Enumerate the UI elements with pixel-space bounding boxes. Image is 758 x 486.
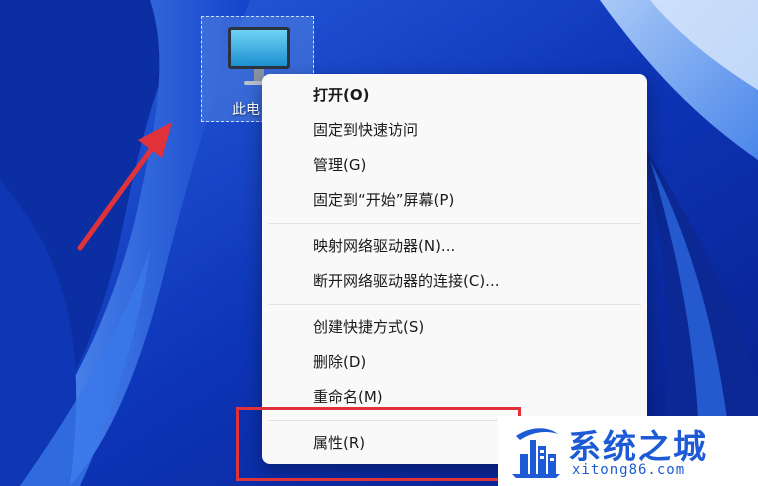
menu-item-pin-start[interactable]: 固定到“开始”屏幕(P) — [262, 183, 647, 218]
menu-group-open: 打开(O) 固定到快速访问 管理(G) 固定到“开始”屏幕(P) — [262, 78, 647, 218]
menu-separator — [268, 304, 641, 305]
menu-item-manage[interactable]: 管理(G) — [262, 148, 647, 183]
menu-group-network: 映射网络驱动器(N)... 断开网络驱动器的连接(C)... — [262, 229, 647, 299]
watermark-title: 系统之城 — [568, 427, 708, 466]
menu-item-disconnect-network-drive[interactable]: 断开网络驱动器的连接(C)... — [262, 264, 647, 299]
properties-highlight-box — [236, 407, 521, 481]
menu-item-pin-quick-access[interactable]: 固定到快速访问 — [262, 113, 647, 148]
menu-item-open[interactable]: 打开(O) — [262, 78, 647, 113]
menu-separator — [268, 223, 641, 224]
menu-group-edit: 创建快捷方式(S) 删除(D) 重命名(M) — [262, 310, 647, 415]
menu-item-map-network-drive[interactable]: 映射网络驱动器(N)... — [262, 229, 647, 264]
site-watermark: 系统之城 xitong86.com — [498, 416, 758, 486]
city-logo-icon — [512, 428, 560, 478]
menu-item-create-shortcut[interactable]: 创建快捷方式(S) — [262, 310, 647, 345]
context-menu: 打开(O) 固定到快速访问 管理(G) 固定到“开始”屏幕(P) 映射网络驱动器… — [262, 74, 647, 464]
menu-item-delete[interactable]: 删除(D) — [262, 345, 647, 380]
watermark-url: xitong86.com — [572, 462, 686, 478]
